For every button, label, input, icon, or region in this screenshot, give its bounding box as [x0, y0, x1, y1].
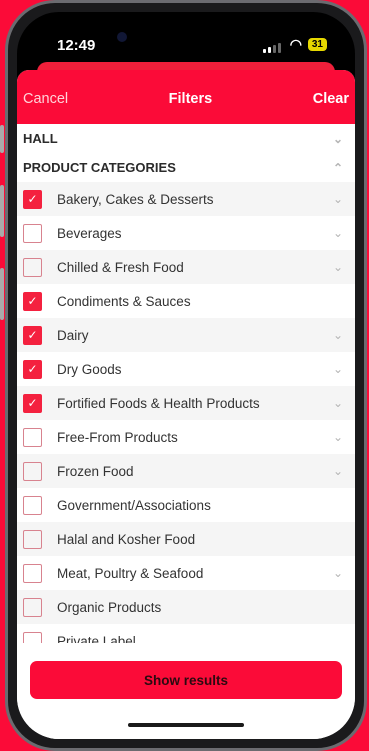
status-time: 12:49	[57, 37, 96, 54]
checkmark-icon: ✓	[27, 328, 38, 342]
chevron-down-icon[interactable]: ⌄	[331, 396, 345, 410]
category-list: ✓ Bakery, Cakes & Desserts ⌄ Beverages ⌄ Chil…	[17, 182, 355, 692]
category-label: Frozen Food	[57, 463, 134, 479]
section-hall[interactable]: HALL ⌄	[17, 124, 355, 153]
category-label: Chilled & Fresh Food	[57, 259, 184, 275]
checkbox[interactable]	[23, 495, 42, 515]
category-row[interactable]: ✓ Dry Goods ⌄	[17, 352, 355, 386]
chevron-down-icon[interactable]: ⌄	[331, 464, 345, 478]
section-product-categories[interactable]: PRODUCT CATEGORIES ⌃	[17, 153, 355, 182]
category-row[interactable]: Government/Associations	[17, 488, 355, 522]
bottom-bar: Show results	[17, 643, 355, 739]
category-label: Dry Goods	[57, 361, 122, 377]
category-label: Organic Products	[57, 599, 162, 615]
category-row[interactable]: ✓ Bakery, Cakes & Desserts ⌄	[17, 182, 355, 216]
category-row[interactable]: Frozen Food ⌄	[17, 454, 355, 488]
chevron-down-icon[interactable]: ⌄	[331, 566, 345, 580]
side-button	[0, 125, 4, 153]
chevron-down-icon[interactable]: ⌄	[331, 226, 345, 240]
category-label: Bakery, Cakes & Desserts	[57, 191, 214, 207]
checkbox-checked[interactable]: ✓	[23, 189, 42, 209]
wifi-icon: ◠	[289, 36, 302, 52]
status-bar: 12:49 ◠ 31	[17, 12, 355, 64]
camera-dot	[117, 32, 127, 42]
side-button	[0, 185, 4, 237]
checkbox-checked[interactable]: ✓	[23, 393, 42, 413]
home-indicator	[128, 723, 244, 727]
category-label: Beverages	[57, 225, 122, 241]
clear-button[interactable]: Clear	[313, 87, 349, 107]
signal-icon	[263, 43, 281, 53]
category-row[interactable]: ✓ Dairy ⌄	[17, 318, 355, 352]
side-button	[0, 268, 4, 320]
checkmark-icon: ✓	[27, 294, 38, 308]
category-label: Halal and Kosher Food	[57, 531, 196, 547]
category-row[interactable]: Beverages ⌄	[17, 216, 355, 250]
checkbox-checked[interactable]: ✓	[23, 359, 42, 379]
category-row[interactable]: Organic Products	[17, 590, 355, 624]
category-row[interactable]: Free-From Products ⌄	[17, 420, 355, 454]
filters-header: Cancel Filters Clear	[17, 70, 355, 124]
checkbox[interactable]	[23, 563, 42, 583]
category-label: Dairy	[57, 327, 89, 343]
category-label: Fortified Foods & Health Products	[57, 395, 260, 411]
checkbox[interactable]	[23, 223, 42, 243]
checkbox[interactable]	[23, 461, 42, 481]
phone-frame: 12:49 ◠ 31 Cancel Filters Clear HALL ⌄ P…	[5, 0, 367, 751]
battery-icon: 31	[307, 38, 327, 51]
chevron-down-icon[interactable]: ⌄	[331, 260, 345, 274]
checkmark-icon: ✓	[27, 192, 38, 206]
checkbox-checked[interactable]: ✓	[23, 325, 42, 345]
cancel-button[interactable]: Cancel	[23, 87, 68, 107]
category-label: Free-From Products	[57, 429, 178, 445]
category-row[interactable]: Meat, Poultry & Seafood ⌄	[17, 556, 355, 590]
checkmark-icon: ✓	[27, 362, 38, 376]
category-row[interactable]: ✓ Fortified Foods & Health Products ⌄	[17, 386, 355, 420]
filters-sheet: Cancel Filters Clear HALL ⌄ PRODUCT CATE…	[17, 70, 355, 739]
category-label: Government/Associations	[57, 497, 211, 513]
checkbox[interactable]	[23, 427, 42, 447]
checkbox[interactable]	[23, 257, 42, 277]
chevron-up-icon[interactable]: ⌃	[331, 161, 345, 175]
checkmark-icon: ✓	[27, 396, 38, 410]
chevron-down-icon[interactable]: ⌄	[331, 362, 345, 376]
category-row[interactable]: ✓ Condiments & Sauces	[17, 284, 355, 318]
category-label: Meat, Poultry & Seafood	[57, 565, 204, 581]
category-label: Condiments & Sauces	[57, 293, 191, 309]
chevron-down-icon[interactable]: ⌄	[331, 192, 345, 206]
section-hall-label: HALL	[23, 131, 58, 146]
show-results-button[interactable]: Show results	[30, 661, 342, 699]
chevron-down-icon[interactable]: ⌄	[331, 132, 345, 146]
category-row[interactable]: Chilled & Fresh Food ⌄	[17, 250, 355, 284]
page-title: Filters	[168, 91, 213, 107]
checkbox-checked[interactable]: ✓	[23, 291, 42, 311]
checkbox[interactable]	[23, 529, 42, 549]
chevron-down-icon[interactable]: ⌄	[331, 328, 345, 342]
chevron-down-icon[interactable]: ⌄	[331, 430, 345, 444]
section-categories-label: PRODUCT CATEGORIES	[23, 160, 176, 175]
screen: 12:49 ◠ 31 Cancel Filters Clear HALL ⌄ P…	[17, 12, 355, 739]
checkbox[interactable]	[23, 597, 42, 617]
category-row[interactable]: Halal and Kosher Food	[17, 522, 355, 556]
